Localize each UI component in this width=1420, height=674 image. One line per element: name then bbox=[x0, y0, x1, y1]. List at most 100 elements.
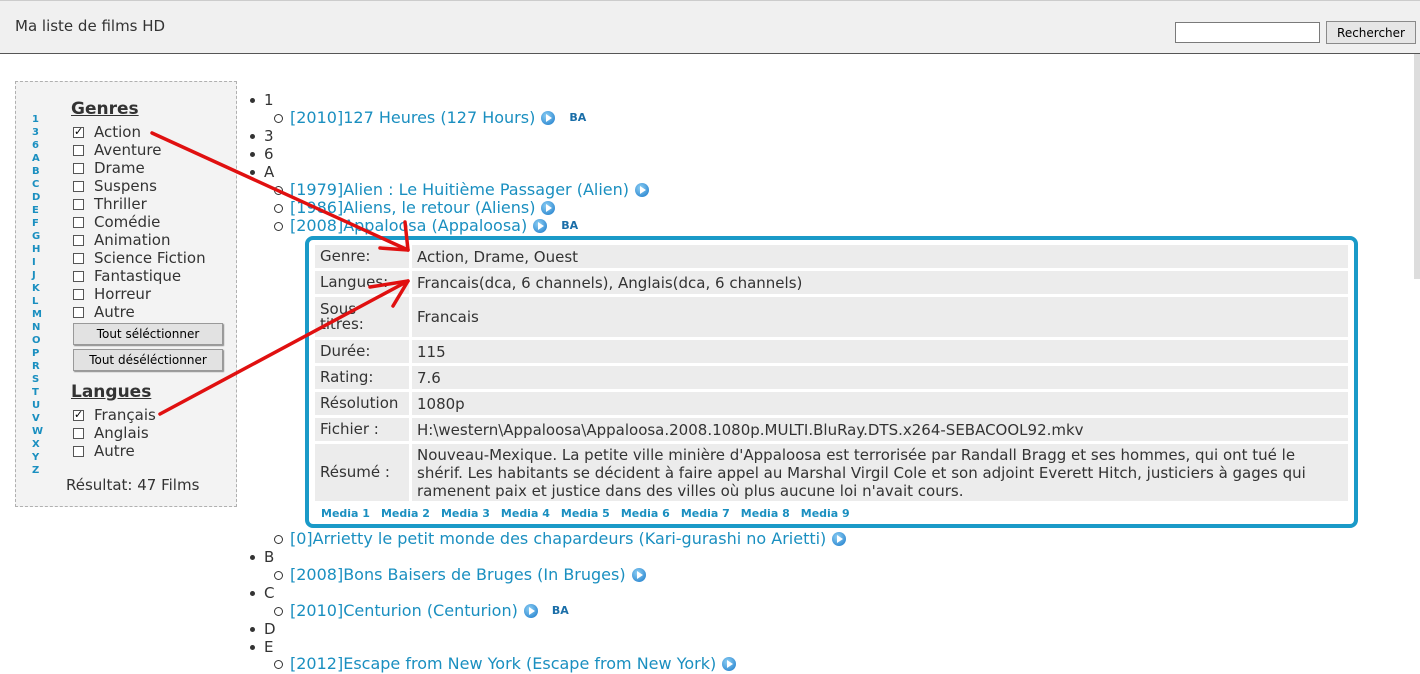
checkbox[interactable] bbox=[73, 125, 84, 138]
checkbox[interactable] bbox=[73, 270, 84, 282]
alpha-link[interactable]: N bbox=[32, 321, 42, 334]
alpha-link[interactable]: S bbox=[32, 373, 42, 386]
film-link[interactable]: [2008]Appaloosa (Appaloosa) BA bbox=[273, 216, 578, 236]
checkbox[interactable] bbox=[73, 234, 84, 246]
film-link[interactable]: [2008]Bons Baisers de Bruges (In Bruges) bbox=[274, 565, 646, 585]
trailer-link[interactable]: BA bbox=[569, 108, 586, 128]
media-link[interactable]: Media 9 bbox=[801, 507, 850, 520]
scrollbar[interactable] bbox=[1414, 54, 1420, 279]
media-link[interactable]: Media 5 bbox=[561, 507, 610, 520]
film-title: [2012]Escape from New York (Escape from … bbox=[290, 654, 717, 673]
film-link[interactable]: [2010]127 Heures (127 Hours) BA bbox=[273, 108, 586, 128]
alpha-link[interactable]: G bbox=[32, 230, 42, 243]
genre-label: Drame bbox=[94, 159, 145, 177]
alpha-link[interactable]: V bbox=[32, 412, 42, 425]
langue-option[interactable]: Anglais bbox=[73, 424, 156, 442]
alpha-link[interactable]: T bbox=[32, 386, 42, 399]
select-all-button[interactable]: Tout séléctionner bbox=[73, 323, 223, 345]
alpha-link[interactable]: A bbox=[32, 152, 42, 165]
fichier-label: Fichier : bbox=[315, 418, 409, 441]
checkbox[interactable] bbox=[73, 306, 84, 318]
alpha-link[interactable]: F bbox=[32, 217, 42, 230]
resolution-value: 1080p bbox=[412, 392, 1348, 415]
film-link[interactable]: [0]Arrietty le petit monde des chapardeu… bbox=[273, 529, 847, 549]
alpha-link[interactable]: B bbox=[32, 165, 42, 178]
media-link[interactable]: Media 4 bbox=[501, 507, 550, 520]
media-link[interactable]: Media 1 bbox=[321, 507, 370, 520]
genre-option[interactable]: Action bbox=[73, 123, 206, 141]
checkbox[interactable] bbox=[73, 252, 84, 264]
alpha-link[interactable]: K bbox=[32, 282, 42, 295]
genre-option[interactable]: Fantastique bbox=[73, 267, 206, 285]
alpha-link[interactable]: H bbox=[32, 243, 42, 256]
alpha-link[interactable]: U bbox=[32, 399, 42, 412]
media-link[interactable]: Media 8 bbox=[741, 507, 790, 520]
genre-option[interactable]: Horreur bbox=[73, 285, 206, 303]
alpha-link[interactable]: M bbox=[32, 308, 42, 321]
alpha-link[interactable]: C bbox=[32, 178, 42, 191]
alpha-link[interactable]: P bbox=[32, 347, 42, 360]
search-input[interactable] bbox=[1175, 22, 1320, 43]
play-icon[interactable] bbox=[533, 219, 548, 233]
genre-option[interactable]: Thriller bbox=[73, 195, 206, 213]
film-link[interactable]: [2010]Centurion (Centurion) BA bbox=[274, 601, 569, 621]
play-icon[interactable] bbox=[541, 201, 556, 215]
alpha-link[interactable]: Y bbox=[32, 451, 42, 464]
film-link[interactable]: [2012]Escape from New York (Escape from … bbox=[273, 654, 737, 674]
genre-option[interactable]: Aventure bbox=[73, 141, 206, 159]
genre-option[interactable]: Autre bbox=[73, 303, 206, 321]
alpha-link[interactable]: 3 bbox=[32, 126, 42, 139]
checkbox[interactable] bbox=[73, 216, 84, 228]
alpha-link[interactable]: I bbox=[32, 256, 42, 269]
film-link[interactable]: [1986]Aliens, le retour (Aliens) bbox=[273, 198, 556, 218]
rating-label: Rating: bbox=[315, 366, 409, 389]
genre-option[interactable]: Drame bbox=[73, 159, 206, 177]
alpha-link[interactable]: R bbox=[32, 360, 42, 373]
checkbox[interactable] bbox=[73, 408, 84, 421]
letter-group: E bbox=[250, 638, 273, 656]
checkbox[interactable] bbox=[73, 180, 84, 192]
genre-label: Science Fiction bbox=[94, 249, 206, 267]
checkbox[interactable] bbox=[73, 427, 84, 439]
alpha-link[interactable]: 1 bbox=[32, 113, 42, 126]
genre-option[interactable]: Comédie bbox=[73, 213, 206, 231]
trailer-link[interactable]: BA bbox=[561, 216, 578, 236]
deselect-all-button[interactable]: Tout déséléctionner bbox=[73, 349, 223, 371]
media-link[interactable]: Media 6 bbox=[621, 507, 670, 520]
media-link[interactable]: Media 3 bbox=[441, 507, 490, 520]
media-link[interactable]: Media 2 bbox=[381, 507, 430, 520]
media-link[interactable]: Media 7 bbox=[681, 507, 730, 520]
checkbox[interactable] bbox=[73, 162, 84, 174]
genre-option[interactable]: Animation bbox=[73, 231, 206, 249]
play-icon[interactable] bbox=[631, 568, 646, 582]
play-icon[interactable] bbox=[523, 604, 538, 618]
fichier-value: H:\western\Appaloosa\Appaloosa.2008.1080… bbox=[412, 418, 1348, 441]
checkbox[interactable] bbox=[73, 144, 84, 156]
alpha-link[interactable]: Z bbox=[32, 464, 42, 477]
film-title: [2008]Appaloosa (Appaloosa) bbox=[290, 216, 528, 235]
trailer-link[interactable]: BA bbox=[552, 601, 569, 621]
alpha-link[interactable]: W bbox=[32, 425, 43, 438]
checkbox[interactable] bbox=[73, 445, 84, 457]
genre-option[interactable]: Science Fiction bbox=[73, 249, 206, 267]
alpha-link[interactable]: J bbox=[32, 269, 42, 282]
search-button[interactable]: Rechercher bbox=[1326, 21, 1416, 44]
alpha-link[interactable]: X bbox=[32, 438, 42, 451]
alpha-link[interactable]: O bbox=[32, 334, 42, 347]
play-icon[interactable] bbox=[541, 111, 556, 125]
alpha-link[interactable]: L bbox=[32, 295, 42, 308]
header-bar: Ma liste de films HD Rechercher bbox=[0, 0, 1420, 54]
genre-option[interactable]: Suspens bbox=[73, 177, 206, 195]
film-link[interactable]: [1979]Alien : Le Huitième Passager (Alie… bbox=[273, 180, 650, 200]
langue-option[interactable]: Autre bbox=[73, 442, 156, 460]
alpha-link[interactable]: E bbox=[32, 204, 42, 217]
play-icon[interactable] bbox=[635, 183, 650, 197]
alpha-link[interactable]: 6 bbox=[32, 139, 42, 152]
checkbox[interactable] bbox=[73, 198, 84, 210]
play-icon[interactable] bbox=[832, 532, 847, 546]
film-title: [2008]Bons Baisers de Bruges (In Bruges) bbox=[290, 565, 626, 584]
checkbox[interactable] bbox=[73, 288, 84, 300]
alpha-link[interactable]: D bbox=[32, 191, 42, 204]
langue-option[interactable]: Français bbox=[73, 406, 156, 424]
play-icon[interactable] bbox=[722, 657, 737, 671]
